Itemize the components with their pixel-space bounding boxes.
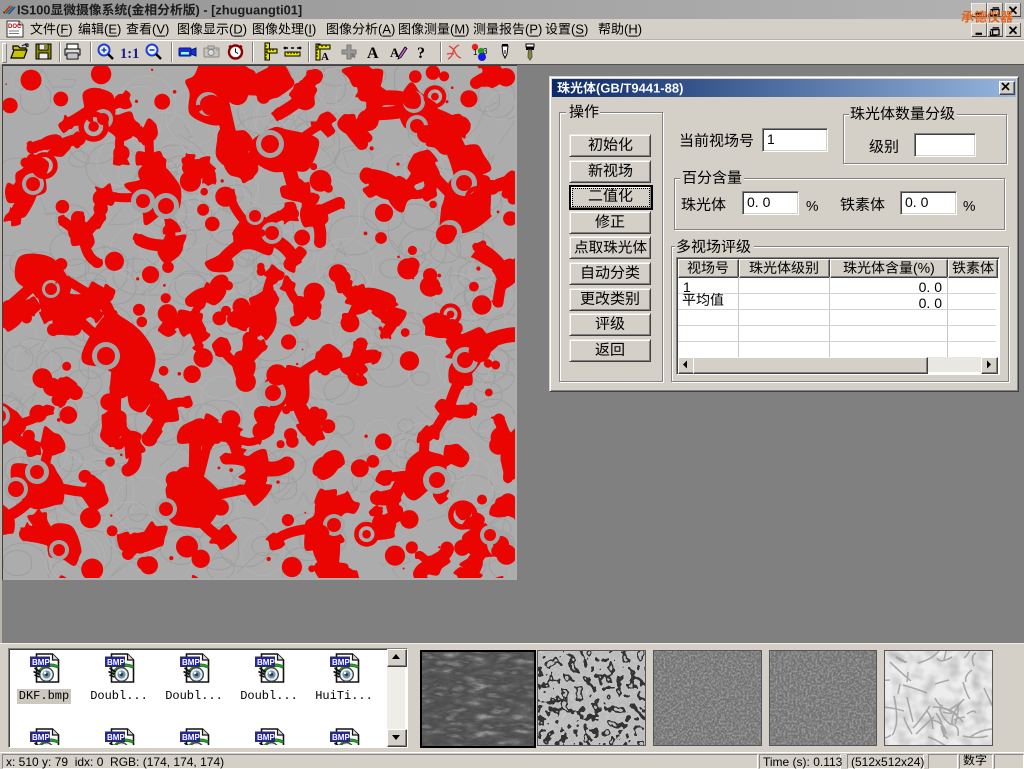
svg-text:1: 1 — [473, 48, 478, 57]
svg-text:1:1: 1:1 — [120, 46, 139, 62]
svg-text:?: ? — [417, 45, 425, 62]
svg-text:A: A — [367, 45, 379, 62]
svg-text:DOC: DOC — [8, 24, 22, 30]
svg-text:A: A — [321, 51, 329, 62]
